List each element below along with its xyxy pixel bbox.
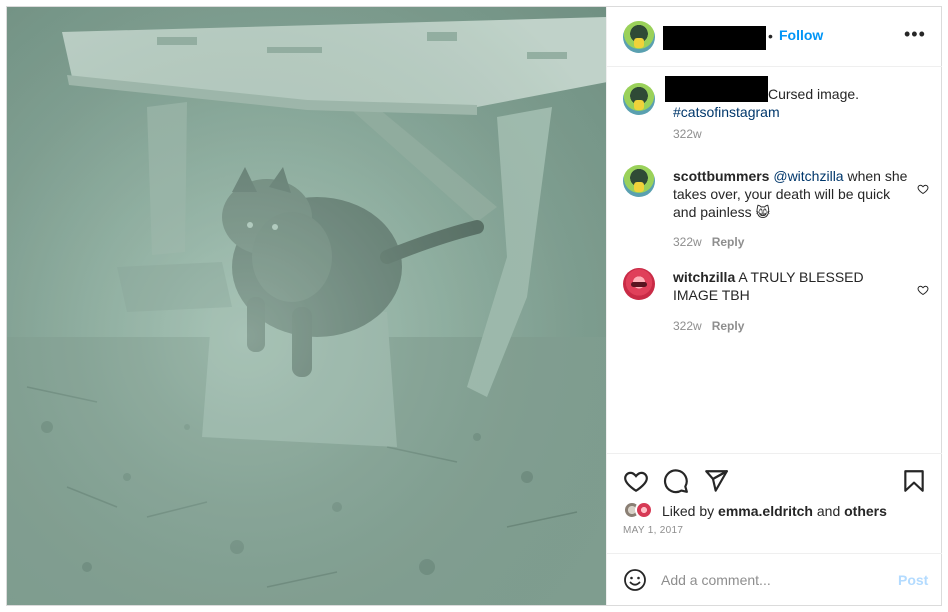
liked-by-prefix: Liked by	[662, 503, 719, 519]
header-separator: •	[768, 28, 773, 44]
comment-meta: 322w Reply	[673, 319, 744, 333]
follow-button[interactable]: Follow	[779, 27, 823, 43]
redacted-username	[663, 26, 766, 50]
caption-hashtag-line: #catsofinstagram	[673, 103, 908, 121]
liked-by-middle: and	[812, 503, 845, 519]
add-comment-bar: Post	[607, 553, 942, 605]
author-avatar-small[interactable]	[623, 83, 655, 115]
reply-button[interactable]: Reply	[712, 235, 745, 249]
post-button[interactable]: Post	[898, 572, 928, 588]
comment-meta: 322w Reply	[673, 235, 744, 249]
commenter-avatar[interactable]	[623, 268, 655, 300]
comment-time[interactable]: 322w	[673, 235, 702, 249]
share-icon[interactable]	[703, 468, 729, 494]
comment-icon[interactable]	[663, 468, 689, 494]
post-photo[interactable]	[7, 7, 606, 605]
post-date[interactable]: MAY 1, 2017	[623, 525, 683, 536]
redacted-caption-username	[665, 76, 768, 102]
post-actions: Liked by emma.eldritch and others MAY 1,…	[607, 453, 942, 553]
comment-username[interactable]: scottbummers	[673, 168, 769, 184]
caption-text: Cursed image.	[768, 86, 860, 102]
reply-button[interactable]: Reply	[712, 319, 745, 333]
author-avatar[interactable]	[623, 21, 655, 53]
post-panel: • Follow ••• Cursed image. #catsofinstag…	[606, 7, 942, 605]
comment-input[interactable]	[661, 568, 881, 592]
heart-small-icon[interactable]	[917, 183, 929, 195]
heart-icon[interactable]	[623, 468, 649, 494]
comment-time[interactable]: 322w	[673, 319, 702, 333]
post-frame: • Follow ••• Cursed image. #catsofinstag…	[6, 6, 942, 606]
emoji-icon[interactable]	[623, 568, 647, 592]
liked-by-others[interactable]: others	[844, 503, 887, 519]
comment-mention[interactable]: @witchzilla	[773, 168, 843, 184]
comment-text: scottbummers @witchzilla when she takes …	[673, 167, 908, 221]
comment-username[interactable]: witchzilla	[673, 269, 735, 285]
commenter-avatar[interactable]	[623, 165, 655, 197]
photo-illustration	[7, 7, 606, 605]
liked-by-text: Liked by emma.eldritch and others	[662, 503, 887, 519]
liker-avatar[interactable]	[635, 501, 653, 519]
post-header: • Follow •••	[607, 7, 942, 67]
heart-small-icon[interactable]	[917, 284, 929, 296]
caption-time[interactable]: 322w	[673, 127, 702, 141]
more-icon[interactable]: •••	[904, 25, 926, 43]
caption-hashtag[interactable]: #catsofinstagram	[673, 104, 780, 120]
bookmark-icon[interactable]	[901, 468, 927, 494]
comment-text: witchzilla A TRULY BLESSED IMAGE TBH	[673, 268, 908, 304]
liked-by-user[interactable]: emma.eldritch	[718, 503, 813, 519]
